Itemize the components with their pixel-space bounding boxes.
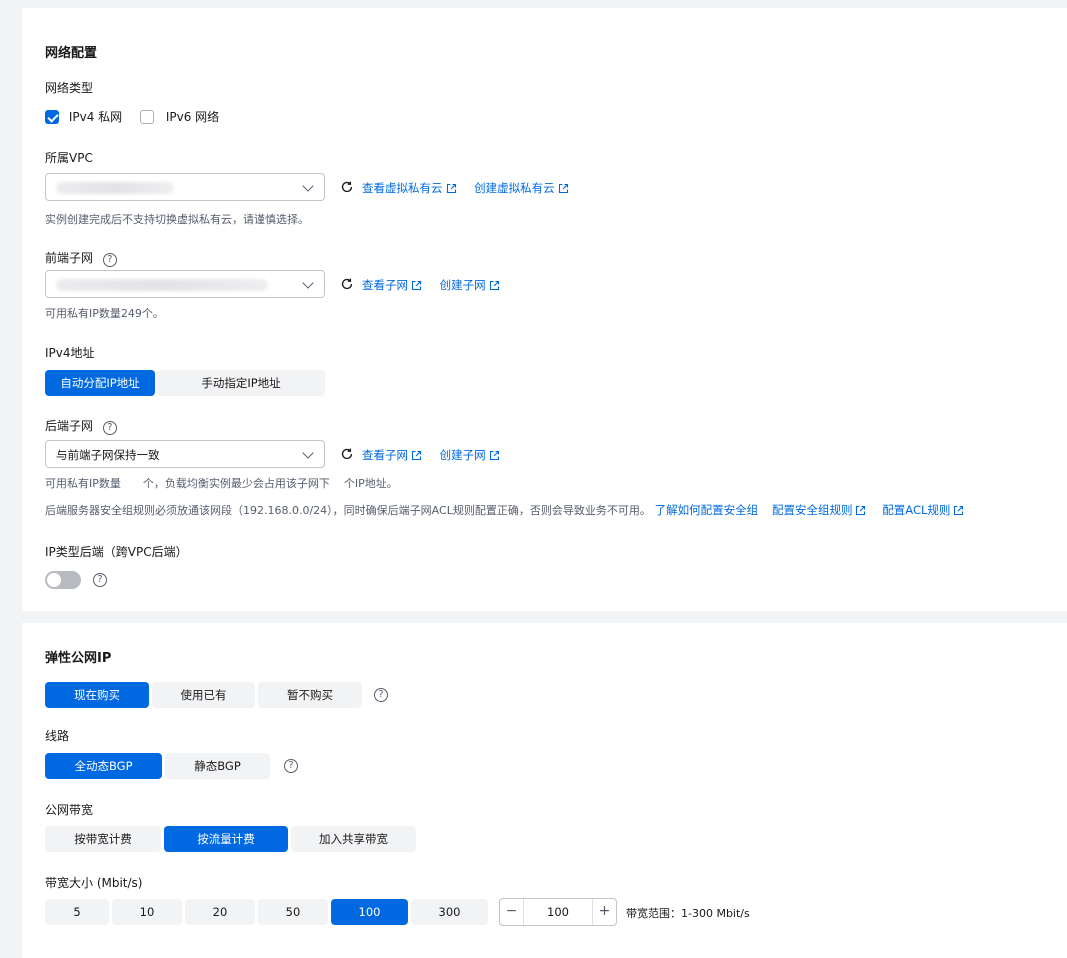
ipv6-network-checkbox[interactable]: IPv6 网络 — [140, 108, 219, 125]
bandwidth-range-text: 带宽范围：1-300 Mbit/s — [626, 907, 750, 920]
eip-card: 弹性公网IP 现在购买 使用已有 暂不购买 ? 线路 全动态BGP 静态BGP … — [22, 623, 1067, 958]
external-link-icon — [446, 183, 456, 194]
backend-hint-part3: 个IP地址。 — [343, 477, 398, 490]
chevron-down-icon — [302, 180, 314, 192]
help-icon[interactable]: ? — [102, 421, 117, 435]
bandwidth-option-20[interactable]: 20 — [185, 899, 255, 925]
use-existing-option[interactable]: 使用已有 — [152, 682, 255, 708]
decrease-button[interactable]: − — [500, 899, 524, 925]
help-icon[interactable]: ? — [284, 759, 298, 773]
ipv4-address-label: IPv4地址 — [45, 346, 95, 360]
external-link-icon — [954, 505, 964, 516]
increase-button[interactable]: + — [592, 899, 616, 925]
external-link-icon — [856, 505, 866, 516]
create-subnet-link[interactable]: 创建子网 — [440, 278, 486, 292]
config-acl-rule-link[interactable]: 配置ACL规则 — [882, 503, 950, 517]
view-backend-subnet-link[interactable]: 查看子网 — [362, 448, 408, 462]
network-config-title: 网络配置 — [45, 46, 98, 61]
by-traffic-option[interactable]: 按流量计费 — [164, 826, 288, 852]
backend-hint-part2: 个，负载均衡实例最少会占用该子网下 — [142, 477, 330, 490]
bandwidth-option-10[interactable]: 10 — [112, 899, 182, 925]
shared-bandwidth-option[interactable]: 加入共享带宽 — [291, 826, 416, 852]
backend-subnet-select[interactable]: 与前端子网保持一致 — [45, 440, 325, 468]
checkbox-unchecked-icon — [140, 109, 154, 124]
frontend-subnet-value — [56, 279, 268, 291]
ipv6-network-label: IPv6 网络 — [165, 110, 220, 124]
security-notice: 后端服务器安全组规则必须放通该网段（192.168.0.0/24），同时确保后端… — [45, 504, 651, 517]
refresh-icon[interactable] — [340, 180, 354, 194]
external-link-icon — [489, 280, 499, 291]
line-label: 线路 — [45, 729, 70, 743]
ipv4-private-label: IPv4 私网 — [68, 110, 123, 124]
frontend-subnet-hint: 可用私有IP数量249个。 — [45, 307, 164, 320]
external-link-icon — [489, 450, 499, 461]
dynamic-bgp-option[interactable]: 全动态BGP — [45, 753, 162, 779]
refresh-icon[interactable] — [340, 447, 354, 461]
eip-title: 弹性公网IP — [45, 651, 112, 666]
manual-ip-option[interactable]: 手动指定IP地址 — [157, 370, 325, 396]
create-vpc-link[interactable]: 创建虚拟私有云 — [474, 181, 555, 195]
frontend-subnet-label: 前端子网 — [45, 251, 94, 265]
vpc-select[interactable] — [45, 173, 325, 201]
ipv4-private-checkbox[interactable]: IPv4 私网 — [45, 108, 122, 125]
ip-backend-toggle[interactable] — [45, 571, 81, 589]
bandwidth-stepper[interactable]: − 100 + — [499, 898, 617, 926]
by-bandwidth-option[interactable]: 按带宽计费 — [45, 826, 161, 852]
network-type-label: 网络类型 — [45, 81, 94, 95]
create-backend-subnet-link[interactable]: 创建子网 — [440, 448, 486, 462]
backend-subnet-hint: 可用私有IP数量 个，负载均衡实例最少会占用该子网下 个IP地址。 — [45, 475, 398, 491]
backend-subnet-label: 后端子网 — [45, 419, 94, 433]
network-config-card: 网络配置 网络类型 IPv4 私网 IPv6 网络 所属VPC 查看虚拟私有云 … — [22, 8, 1067, 611]
vpc-hint: 实例创建完成后不支持切换虚拟私有云，请谨慎选择。 — [45, 213, 309, 226]
bandwidth-option-300[interactable]: 300 — [411, 899, 488, 925]
chevron-down-icon — [302, 447, 314, 459]
bandwidth-option-5[interactable]: 5 — [45, 899, 109, 925]
bandwidth-size-label: 带宽大小 (Mbit/s) — [45, 876, 143, 890]
backend-hint-part1: 可用私有IP数量 — [45, 477, 121, 490]
auto-assign-ip-option[interactable]: 自动分配IP地址 — [45, 370, 155, 396]
no-purchase-option[interactable]: 暂不购买 — [258, 682, 362, 708]
ip-backend-label: IP类型后端（跨VPC后端） — [45, 545, 188, 559]
bandwidth-value-input[interactable]: 100 — [524, 899, 592, 925]
frontend-subnet-select[interactable] — [45, 270, 325, 298]
help-icon[interactable]: ? — [374, 688, 388, 702]
buy-now-option[interactable]: 现在购买 — [45, 682, 149, 708]
external-link-icon — [411, 450, 422, 461]
help-icon[interactable]: ? — [93, 573, 107, 587]
help-icon[interactable]: ? — [102, 253, 117, 267]
bandwidth-option-100[interactable]: 100 — [331, 899, 408, 925]
bandwidth-option-50[interactable]: 50 — [258, 899, 328, 925]
backend-subnet-value: 与前端子网保持一致 — [56, 448, 160, 462]
view-subnet-link[interactable]: 查看子网 — [362, 278, 408, 292]
config-security-rule-link[interactable]: 配置安全组规则 — [772, 503, 853, 517]
vpc-select-value — [56, 182, 174, 194]
vpc-label: 所属VPC — [45, 151, 93, 165]
chevron-down-icon — [302, 277, 314, 289]
view-vpc-link[interactable]: 查看虚拟私有云 — [362, 181, 443, 195]
external-link-icon — [411, 280, 422, 291]
bandwidth-type-label: 公网带宽 — [45, 803, 94, 817]
external-link-icon — [558, 183, 568, 194]
static-bgp-option[interactable]: 静态BGP — [165, 753, 270, 779]
checkbox-checked-icon — [45, 109, 59, 124]
refresh-icon[interactable] — [340, 277, 354, 291]
learn-security-group-link[interactable]: 了解如何配置安全组 — [655, 503, 759, 517]
